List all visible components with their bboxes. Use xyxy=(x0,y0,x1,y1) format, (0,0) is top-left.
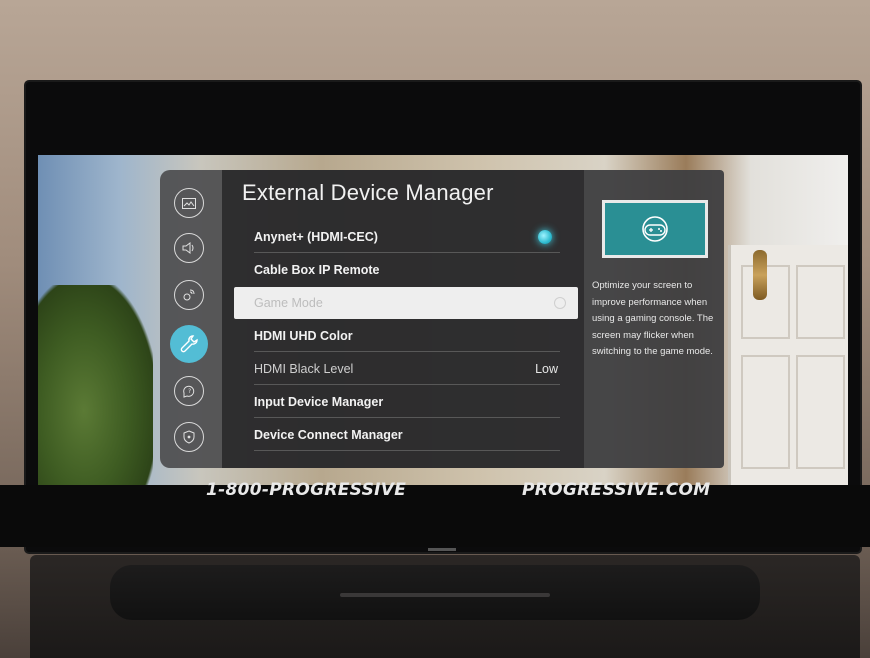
bush-image xyxy=(38,285,153,485)
game-mode-thumbnail xyxy=(602,200,708,258)
door-knocker xyxy=(753,250,767,300)
privacy-shield-icon[interactable] xyxy=(174,422,204,452)
info-panel: Optimize your screen to improve performa… xyxy=(584,170,724,468)
picture-icon[interactable] xyxy=(174,188,204,218)
door-panel xyxy=(741,355,790,469)
divider xyxy=(254,252,560,253)
menu-item-hdmi-uhd-color[interactable]: HDMI UHD Color xyxy=(234,320,578,352)
support-icon[interactable]: ? xyxy=(174,376,204,406)
divider xyxy=(254,384,560,385)
door-image xyxy=(728,245,848,485)
menu-item-anynet[interactable]: Anynet+ (HDMI-CEC) xyxy=(234,221,578,253)
ad-phone-text: 1-800-PROGRESSIVE xyxy=(206,480,407,500)
gamepad-icon xyxy=(642,216,668,242)
door-panel xyxy=(796,355,845,469)
menu-item-label: Device Connect Manager xyxy=(254,428,403,442)
toggle-on-indicator[interactable] xyxy=(538,230,552,244)
soundbar-grille xyxy=(340,593,550,597)
menu-item-label: Cable Box IP Remote xyxy=(254,263,380,277)
page-title: External Device Manager xyxy=(242,180,494,205)
info-description: Optimize your screen to improve performa… xyxy=(592,280,714,357)
tv-logo xyxy=(428,548,456,551)
menu-item-input-device-manager[interactable]: Input Device Manager xyxy=(234,386,578,418)
door-panel xyxy=(796,265,845,339)
menu-item-cable-box-ip-remote[interactable]: Cable Box IP Remote xyxy=(234,254,578,286)
svg-text:?: ? xyxy=(188,388,191,395)
settings-sidebar: ? xyxy=(160,170,222,468)
menu-item-label: HDMI UHD Color xyxy=(254,329,353,343)
menu-item-hdmi-black-level[interactable]: HDMI Black Level Low xyxy=(234,353,578,385)
general-wrench-icon[interactable] xyxy=(170,325,208,363)
external-device-manager-panel: External Device Manager Anynet+ (HDMI-CE… xyxy=(222,170,584,468)
menu-item-label: Game Mode xyxy=(254,296,323,310)
divider xyxy=(254,351,560,352)
sound-icon[interactable] xyxy=(174,233,204,263)
toggle-off-indicator[interactable] xyxy=(554,297,566,309)
broadcast-icon[interactable] xyxy=(174,280,204,310)
menu-item-label: Input Device Manager xyxy=(254,395,384,409)
menu-item-value: Low xyxy=(535,362,558,376)
ad-banner xyxy=(0,485,870,547)
ad-website-text: PROGRESSIVE.COM xyxy=(522,480,711,500)
menu-item-label: HDMI Black Level xyxy=(254,362,354,376)
menu-item-game-mode[interactable]: Game Mode xyxy=(234,287,578,319)
divider xyxy=(254,450,560,451)
menu-item-device-connect-manager[interactable]: Device Connect Manager xyxy=(234,419,578,451)
divider xyxy=(254,417,560,418)
menu-item-label: Anynet+ (HDMI-CEC) xyxy=(254,230,378,244)
